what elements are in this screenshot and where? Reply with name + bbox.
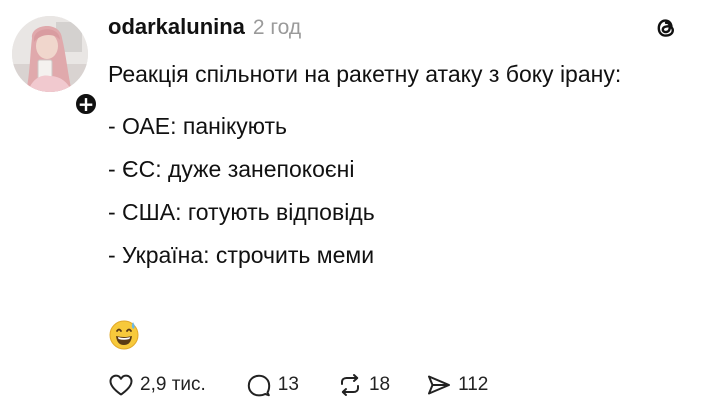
author-avatar-container[interactable]: +	[12, 16, 99, 117]
comment-count: 13	[277, 374, 299, 395]
repost-icon	[340, 374, 359, 396]
like-count: 2,9 тис.	[140, 374, 206, 395]
post-actions: 2,9 тис. 13 18 112	[108, 370, 488, 400]
post-header: odarkalunina 2 год	[108, 14, 301, 40]
avatar-photo	[12, 16, 88, 92]
post-body: Реакція спільноти на ракетну атаку з бок…	[108, 58, 668, 282]
threads-post: + odarkalunina 2 год Реакція спільноти н…	[0, 0, 705, 404]
timestamp: 2 год	[252, 16, 302, 39]
avatar[interactable]	[12, 16, 88, 92]
reaction-line: - ОАЕ: панікують	[108, 113, 288, 139]
share-button[interactable]: 112	[426, 373, 488, 397]
follow-plus-icon[interactable]: +	[73, 91, 99, 117]
reaction-line: - США: готують відповідь	[108, 199, 375, 225]
reaction-line: - ЄС: дуже занепокоєні	[108, 156, 355, 182]
username[interactable]: odarkalunina	[108, 14, 245, 40]
threads-logo-icon[interactable]	[652, 14, 680, 42]
repost-count: 18	[368, 374, 391, 395]
like-button[interactable]: 2,9 тис.	[108, 373, 206, 397]
reaction-line: - Україна: строчить меми	[108, 242, 375, 268]
comment-button[interactable]: 13	[246, 373, 299, 397]
speech-bubble-icon	[247, 374, 270, 397]
paper-plane-icon	[428, 375, 451, 395]
grinning-sweat-emoji-icon	[108, 318, 140, 350]
repost-button[interactable]: 18	[337, 373, 390, 397]
heart-icon	[109, 374, 133, 396]
post-intro-text: Реакція спільноти на ракетну атаку з бок…	[108, 61, 622, 87]
share-count: 112	[458, 374, 489, 395]
